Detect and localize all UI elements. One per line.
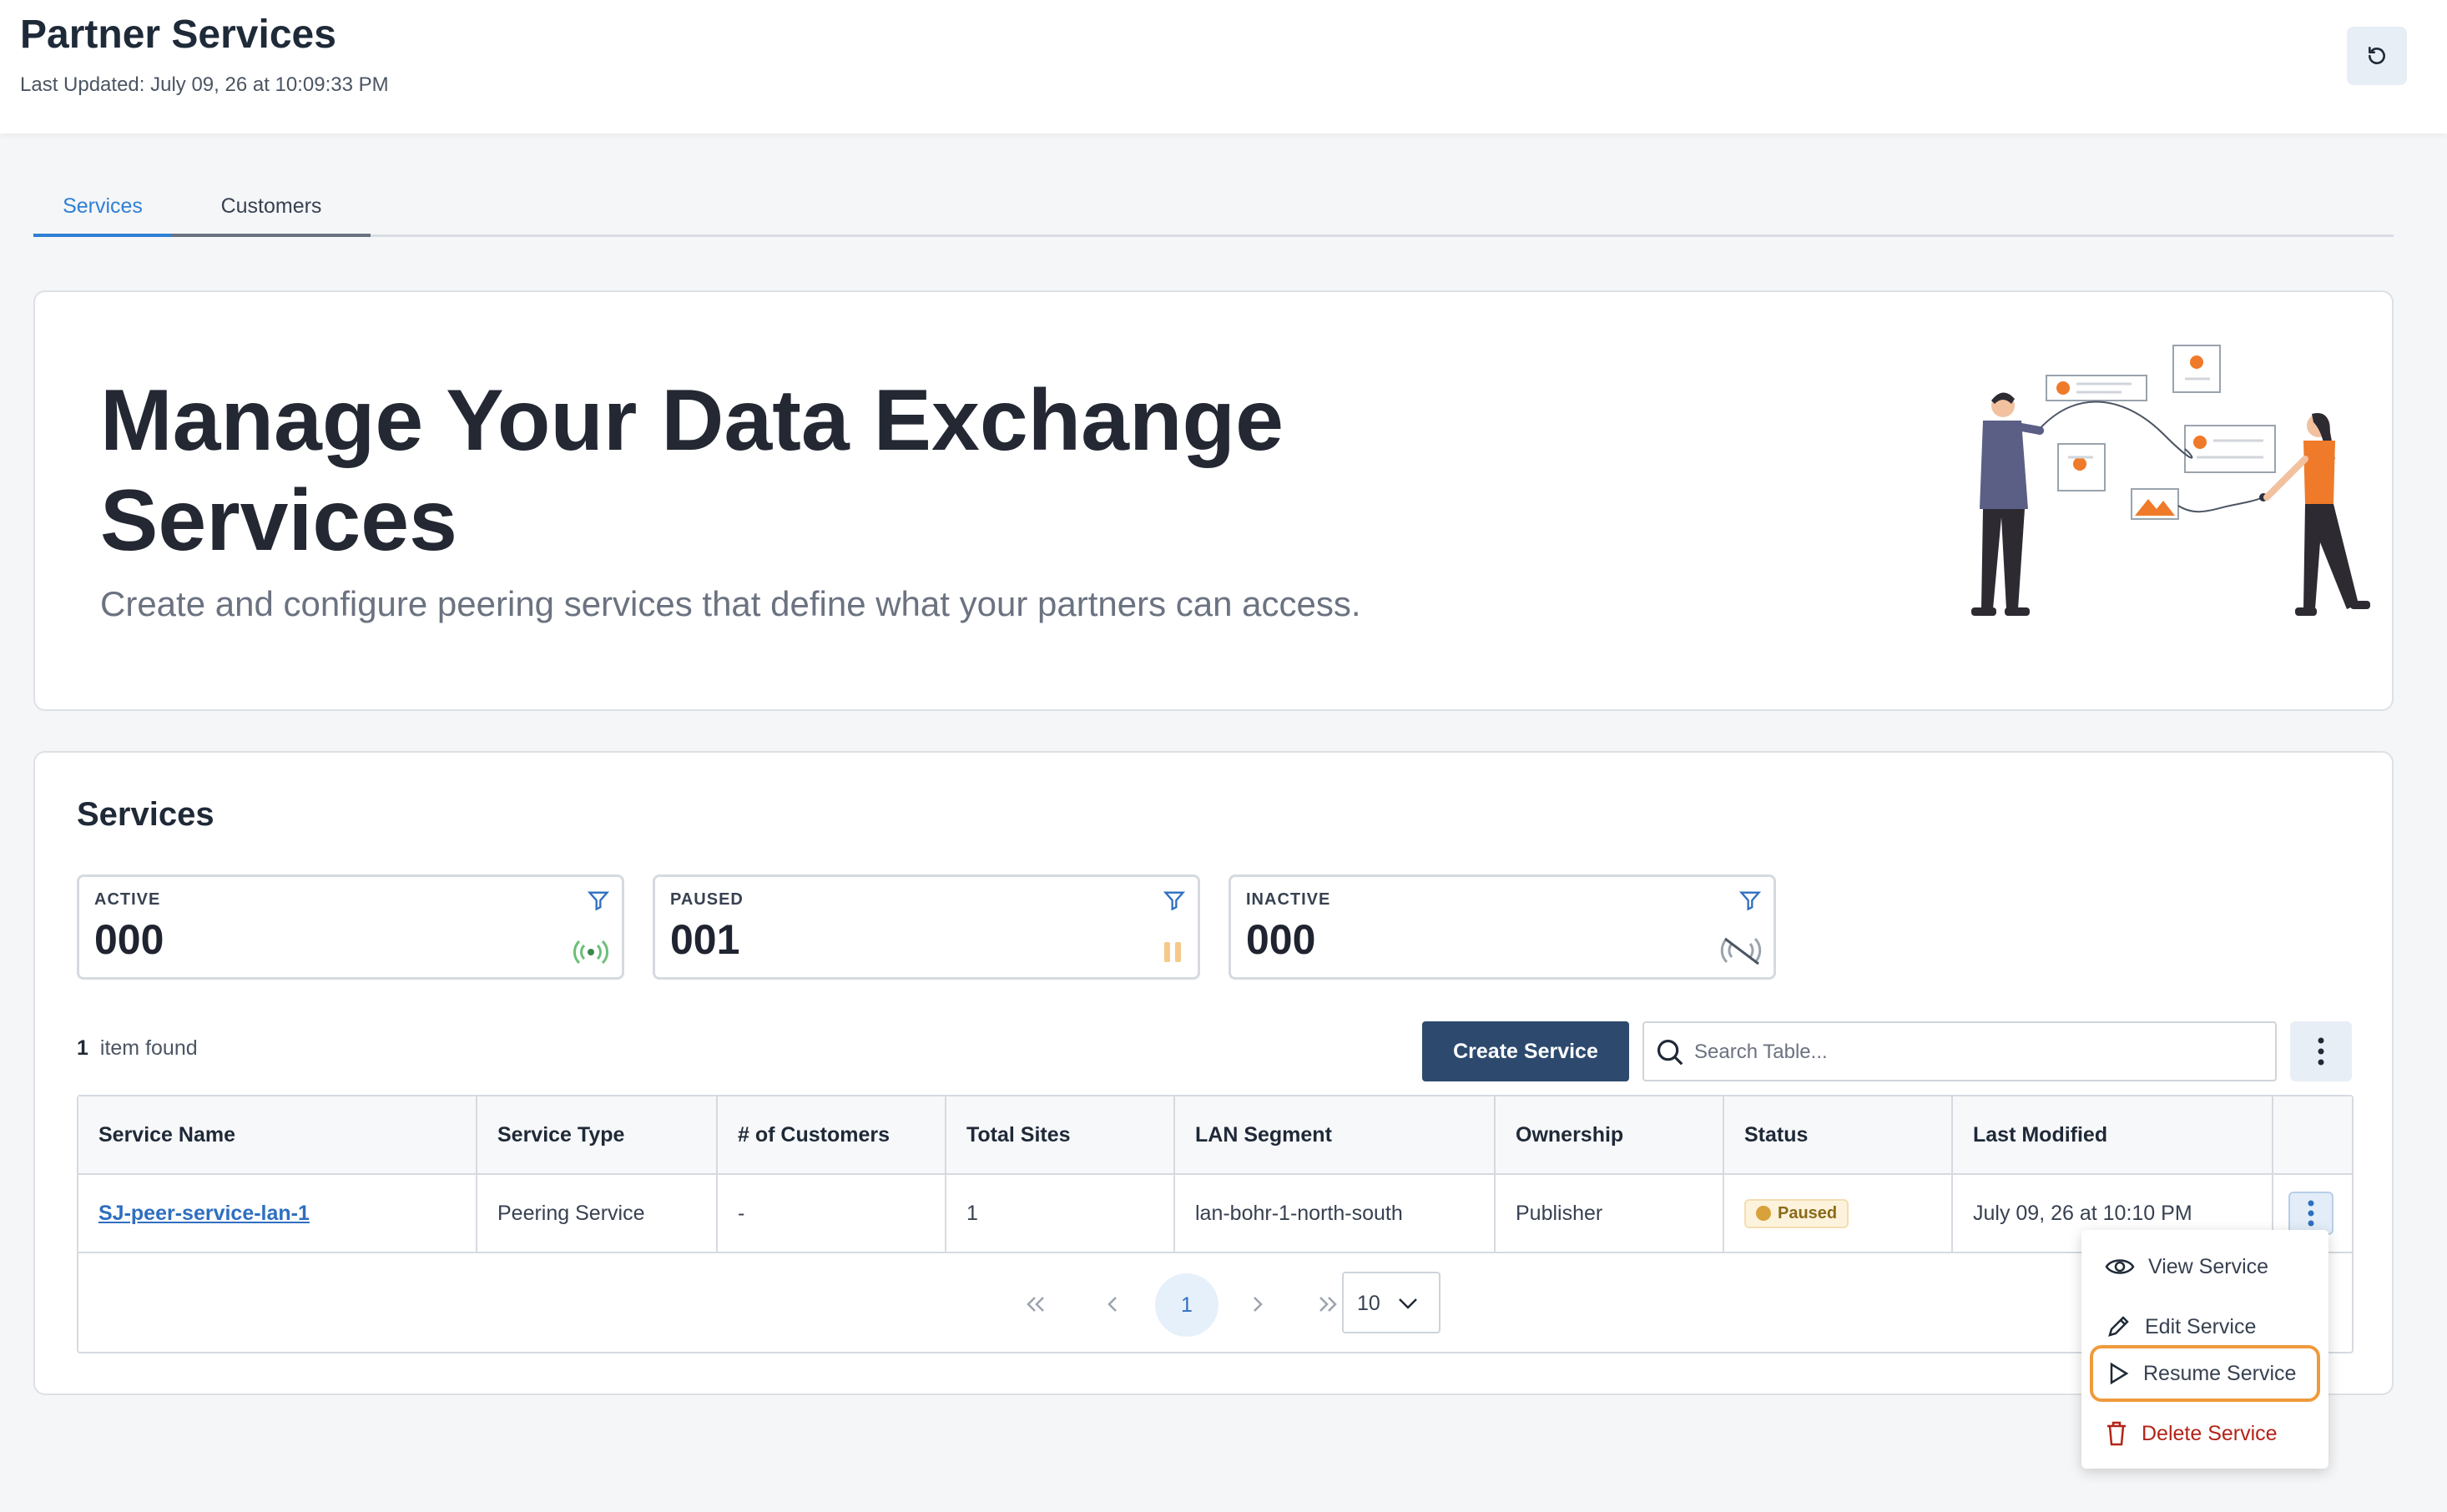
search-box — [1642, 1021, 2277, 1081]
lan-segment-cell: lan-bohr-1-north-south — [1175, 1175, 1496, 1252]
kebab-icon — [2308, 1200, 2314, 1227]
chevron-down-icon — [1399, 1298, 1417, 1309]
chevron-right-icon — [1254, 1297, 1263, 1312]
column-header[interactable]: Ownership — [1496, 1096, 1724, 1173]
page-size-value: 10 — [1357, 1292, 1380, 1315]
column-header[interactable]: Last Modified — [1953, 1096, 2273, 1173]
refresh-button[interactable] — [2347, 27, 2407, 85]
pause-status-icon — [1756, 1206, 1771, 1221]
eye-icon — [2105, 1259, 2135, 1274]
table-header: Service Name Service Type # of Customers… — [78, 1096, 2352, 1175]
stat-label: ACTIVE — [94, 890, 161, 909]
data-exchange-illustration — [1971, 345, 2370, 616]
stat-card-paused: PAUSED 001 — [653, 874, 1200, 980]
kebab-icon — [2318, 1037, 2324, 1066]
page-1-button[interactable]: 1 — [1155, 1273, 1218, 1337]
services-table: Service Name Service Type # of Customers… — [77, 1095, 2354, 1353]
signal-icon — [573, 940, 608, 965]
stat-label: PAUSED — [670, 890, 744, 909]
delete-service-menu-item[interactable]: Delete Service — [2091, 1405, 2318, 1462]
service-name-link[interactable]: SJ-peer-service-lan-1 — [98, 1202, 310, 1226]
stat-card-inactive: INACTIVE 000 — [1229, 874, 1776, 980]
last-updated-text: Last Updated: July 09, 26 at 10:09:33 PM — [20, 73, 389, 96]
page-title: Partner Services — [20, 13, 336, 57]
column-header-actions — [2273, 1096, 2354, 1173]
trash-icon — [2107, 1421, 2126, 1446]
stat-value: 000 — [1246, 916, 1316, 963]
first-page-button[interactable] — [1007, 1275, 1065, 1333]
filter-icon[interactable] — [587, 889, 610, 912]
resume-service-menu-item[interactable]: Resume Service — [2090, 1345, 2320, 1402]
stat-card-active: ACTIVE 000 — [77, 874, 624, 980]
hero-title: Manage Your Data Exchange Services — [100, 372, 1284, 569]
signal-off-icon — [1720, 937, 1762, 965]
services-panel: Services ACTIVE 000 PAUSED 001 INACTIVE … — [33, 751, 2394, 1395]
tab-bar: Services Customers — [33, 179, 2394, 237]
column-header[interactable]: # of Customers — [718, 1096, 946, 1173]
refresh-icon — [2369, 46, 2385, 64]
next-page-button[interactable] — [1229, 1275, 1287, 1333]
create-service-button[interactable]: Create Service — [1422, 1021, 1629, 1081]
search-input[interactable] — [1694, 1031, 2262, 1073]
items-found-text: 1 item found — [77, 1036, 198, 1060]
play-icon — [2110, 1362, 2129, 1385]
stat-label: INACTIVE — [1246, 890, 1331, 909]
ownership-cell: Publisher — [1496, 1175, 1724, 1252]
table-options-button[interactable] — [2290, 1021, 2352, 1081]
hero-banner: Manage Your Data Exchange Services Creat… — [33, 290, 2394, 711]
pause-icon — [1164, 942, 1181, 962]
table-row: SJ-peer-service-lan-1 Peering Service - … — [78, 1175, 2352, 1253]
search-icon — [1657, 1039, 1683, 1066]
filter-icon[interactable] — [1163, 889, 1186, 912]
pencil-icon — [2108, 1316, 2129, 1337]
tab-customers[interactable]: Customers — [172, 179, 371, 237]
pagination: 1 10 — [78, 1253, 2352, 1353]
stat-value: 001 — [670, 916, 740, 963]
services-heading: Services — [77, 796, 214, 833]
filter-icon[interactable] — [1738, 889, 1762, 912]
view-service-menu-item[interactable]: View Service — [2091, 1238, 2318, 1295]
total-sites-cell: 1 — [946, 1175, 1175, 1252]
chevron-left-icon — [1107, 1297, 1117, 1312]
column-header[interactable]: Service Type — [477, 1096, 718, 1173]
column-header[interactable]: Status — [1724, 1096, 1953, 1173]
column-header[interactable]: Service Name — [78, 1096, 477, 1173]
customers-cell: - — [718, 1175, 946, 1252]
column-header[interactable]: Total Sites — [946, 1096, 1175, 1173]
page-size-select[interactable]: 10 — [1342, 1272, 1440, 1333]
page-header: Partner Services Last Updated: July 09, … — [0, 0, 2447, 134]
prev-page-button[interactable] — [1083, 1275, 1142, 1333]
stat-value: 000 — [94, 916, 164, 963]
status-badge: Paused — [1744, 1198, 1849, 1228]
service-type-cell: Peering Service — [477, 1175, 718, 1252]
hero-subtitle: Create and configure peering services th… — [100, 584, 1361, 623]
column-header[interactable]: LAN Segment — [1175, 1096, 1496, 1173]
chevrons-right-icon — [1319, 1297, 1337, 1312]
row-actions-button[interactable] — [2288, 1192, 2333, 1235]
row-actions-menu: View Service Edit Service Resume Service… — [2081, 1230, 2328, 1469]
tab-services[interactable]: Services — [33, 179, 172, 237]
chevrons-left-icon — [1027, 1297, 1044, 1312]
